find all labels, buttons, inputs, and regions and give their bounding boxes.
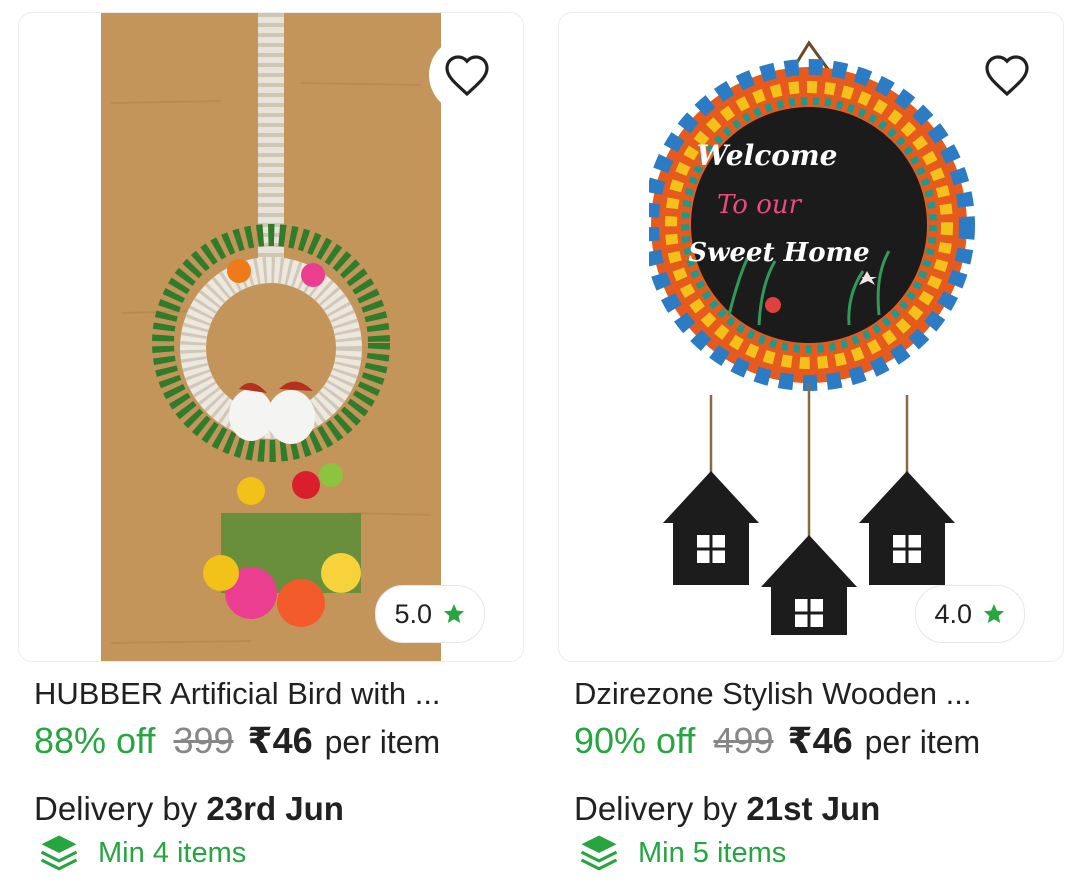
sign-text-welcome: Welcome — [697, 139, 838, 172]
layers-stack-icon — [580, 835, 618, 871]
sign-text-to-our: To our — [717, 190, 803, 220]
wishlist-button[interactable] — [969, 37, 1045, 113]
star-icon — [984, 604, 1004, 623]
discount-percent: 90% off — [574, 720, 696, 761]
delivery-info: Delivery by 21st Jun — [574, 790, 880, 828]
discount-percent: 88% off — [34, 720, 156, 761]
original-price: 499 — [713, 720, 774, 761]
rating-badge: 4.0 — [915, 585, 1025, 643]
original-price: 399 — [173, 720, 234, 761]
delivery-info: Delivery by 23rd Jun — [34, 790, 344, 828]
sign-text-sweet-home: Sweet Home — [688, 238, 869, 268]
product-title[interactable]: Dzirezone Stylish Wooden ... — [574, 676, 1064, 712]
product-title[interactable]: HUBBER Artificial Bird with ... — [34, 676, 524, 712]
product-grid: 5.0 HUBBER Artificial Bird with ... 88% … — [0, 0, 1080, 895]
selling-price: ₹46 — [247, 720, 313, 761]
price-unit: per item — [324, 724, 441, 760]
price-row: 90% off 499 ₹46 per item — [574, 720, 980, 762]
delivery-prefix: Delivery by — [574, 790, 738, 827]
rating-badge: 5.0 — [375, 585, 485, 643]
layers-stack-icon — [40, 835, 78, 871]
delivery-date: 23rd Jun — [206, 790, 344, 827]
rating-value: 5.0 — [394, 598, 432, 629]
heart-outline-icon — [985, 55, 1029, 97]
delivery-prefix: Delivery by — [34, 790, 198, 827]
min-order-row: Min 4 items — [38, 832, 246, 874]
selling-price: ₹46 — [787, 720, 853, 761]
price-unit: per item — [864, 724, 981, 760]
min-order-label: Min 4 items — [98, 836, 247, 869]
product-image[interactable]: Welcome To our Sweet Home — [649, 25, 979, 635]
product-image[interactable] — [101, 13, 441, 661]
product-card[interactable]: Welcome To our Sweet Home 4.0 Dzirezone … — [558, 0, 1078, 895]
min-order-row: Min 5 items — [578, 832, 786, 874]
price-row: 88% off 399 ₹46 per item — [34, 720, 440, 762]
heart-outline-icon — [445, 55, 489, 97]
star-icon — [444, 604, 464, 623]
product-image-container[interactable]: 5.0 — [18, 12, 524, 662]
product-card[interactable]: 5.0 HUBBER Artificial Bird with ... 88% … — [18, 0, 538, 895]
rating-value: 4.0 — [934, 598, 972, 629]
product-image-container[interactable]: Welcome To our Sweet Home 4.0 — [558, 12, 1064, 662]
delivery-date: 21st Jun — [746, 790, 881, 827]
wishlist-button[interactable] — [429, 37, 505, 113]
min-order-label: Min 5 items — [638, 836, 787, 869]
